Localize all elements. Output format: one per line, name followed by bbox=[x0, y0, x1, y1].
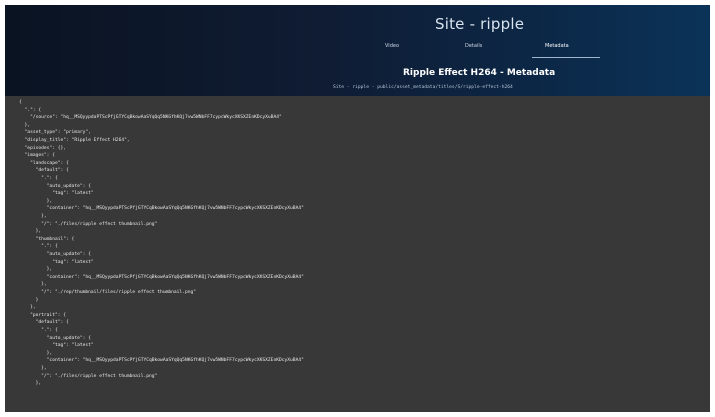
code-line: ".": { bbox=[19, 107, 42, 113]
code-line: "default": { bbox=[19, 168, 69, 174]
tab-video[interactable]: Video bbox=[385, 43, 399, 49]
code-line: "tag": "latest" bbox=[19, 191, 94, 197]
code-line: "/": "./rep/thumbnail/files/ripple effec… bbox=[19, 290, 197, 295]
code-line: "auto_update": { bbox=[19, 335, 91, 341]
code-line: "auto_update": { bbox=[19, 183, 91, 189]
code-line: "default": { bbox=[19, 320, 69, 326]
code-line: "portrait": { bbox=[19, 312, 67, 318]
code-line: "asset_type": "primary", bbox=[19, 130, 91, 136]
code-line: "container": "hq__MSQyypdaPTScPfjGTYCqBk… bbox=[19, 358, 304, 364]
code-line: }, bbox=[19, 282, 47, 288]
site-title: Site - ripple bbox=[435, 15, 525, 33]
tab-metadata[interactable]: Metadata bbox=[545, 43, 569, 49]
code-line: "/": "./files/ripple effect thumbnail.pn… bbox=[19, 373, 158, 379]
code-line: ".": { bbox=[19, 176, 58, 181]
code-line: "display_title": "Ripple Effect H264", bbox=[19, 138, 130, 143]
code-line: }, bbox=[19, 305, 36, 311]
code-line: "episodes": {}, bbox=[19, 145, 67, 151]
code-line: }, bbox=[19, 214, 47, 219]
code-line: }, bbox=[19, 198, 53, 204]
code-line: }, bbox=[19, 366, 47, 371]
code-line: }, bbox=[19, 381, 42, 387]
code-line: } bbox=[19, 297, 39, 303]
code-line: "container": "hq__MSQyypdaPTScPfjGTYCqBk… bbox=[19, 206, 304, 212]
code-line: "auto_update": { bbox=[19, 252, 91, 257]
code-line: }, bbox=[19, 350, 53, 356]
code-line: "container": "hq__MSQyypdaPTScPfjGTYCqBk… bbox=[19, 274, 304, 280]
code-line: }, bbox=[19, 229, 42, 235]
breadcrumb: Site - ripple - public/asset_metadata/ti… bbox=[333, 85, 513, 90]
page-header: Site - ripple Video Details Metadata Rip… bbox=[5, 5, 710, 96]
tab-details[interactable]: Details bbox=[465, 43, 482, 49]
code-line: { bbox=[19, 100, 22, 105]
code-line: "tag": "latest" bbox=[19, 259, 94, 265]
code-line: "thumbnail": { bbox=[19, 236, 75, 242]
code-line: "landscape": { bbox=[19, 160, 69, 166]
code-line: }, bbox=[19, 122, 31, 128]
active-tab-indicator bbox=[532, 57, 600, 58]
code-line: "images": { bbox=[19, 153, 55, 159]
page-title: Ripple Effect H264 - Metadata bbox=[403, 68, 556, 78]
code-line: "tag": "latest" bbox=[19, 343, 94, 349]
code-line: ".": { bbox=[19, 328, 58, 333]
app-frame: Site - ripple Video Details Metadata Rip… bbox=[5, 5, 710, 412]
code-line: ".": { bbox=[19, 244, 58, 250]
code-line: "/": "./files/ripple effect thumbnail.pn… bbox=[19, 221, 158, 227]
code-line: "/source": "hq__MSQyypdaPTScPfjGTYCqBkow… bbox=[19, 115, 282, 121]
metadata-json-viewer: { ".": { "/source": "hq__MSQyypdaPTScPfj… bbox=[5, 96, 710, 412]
code-line: }, bbox=[19, 267, 53, 273]
